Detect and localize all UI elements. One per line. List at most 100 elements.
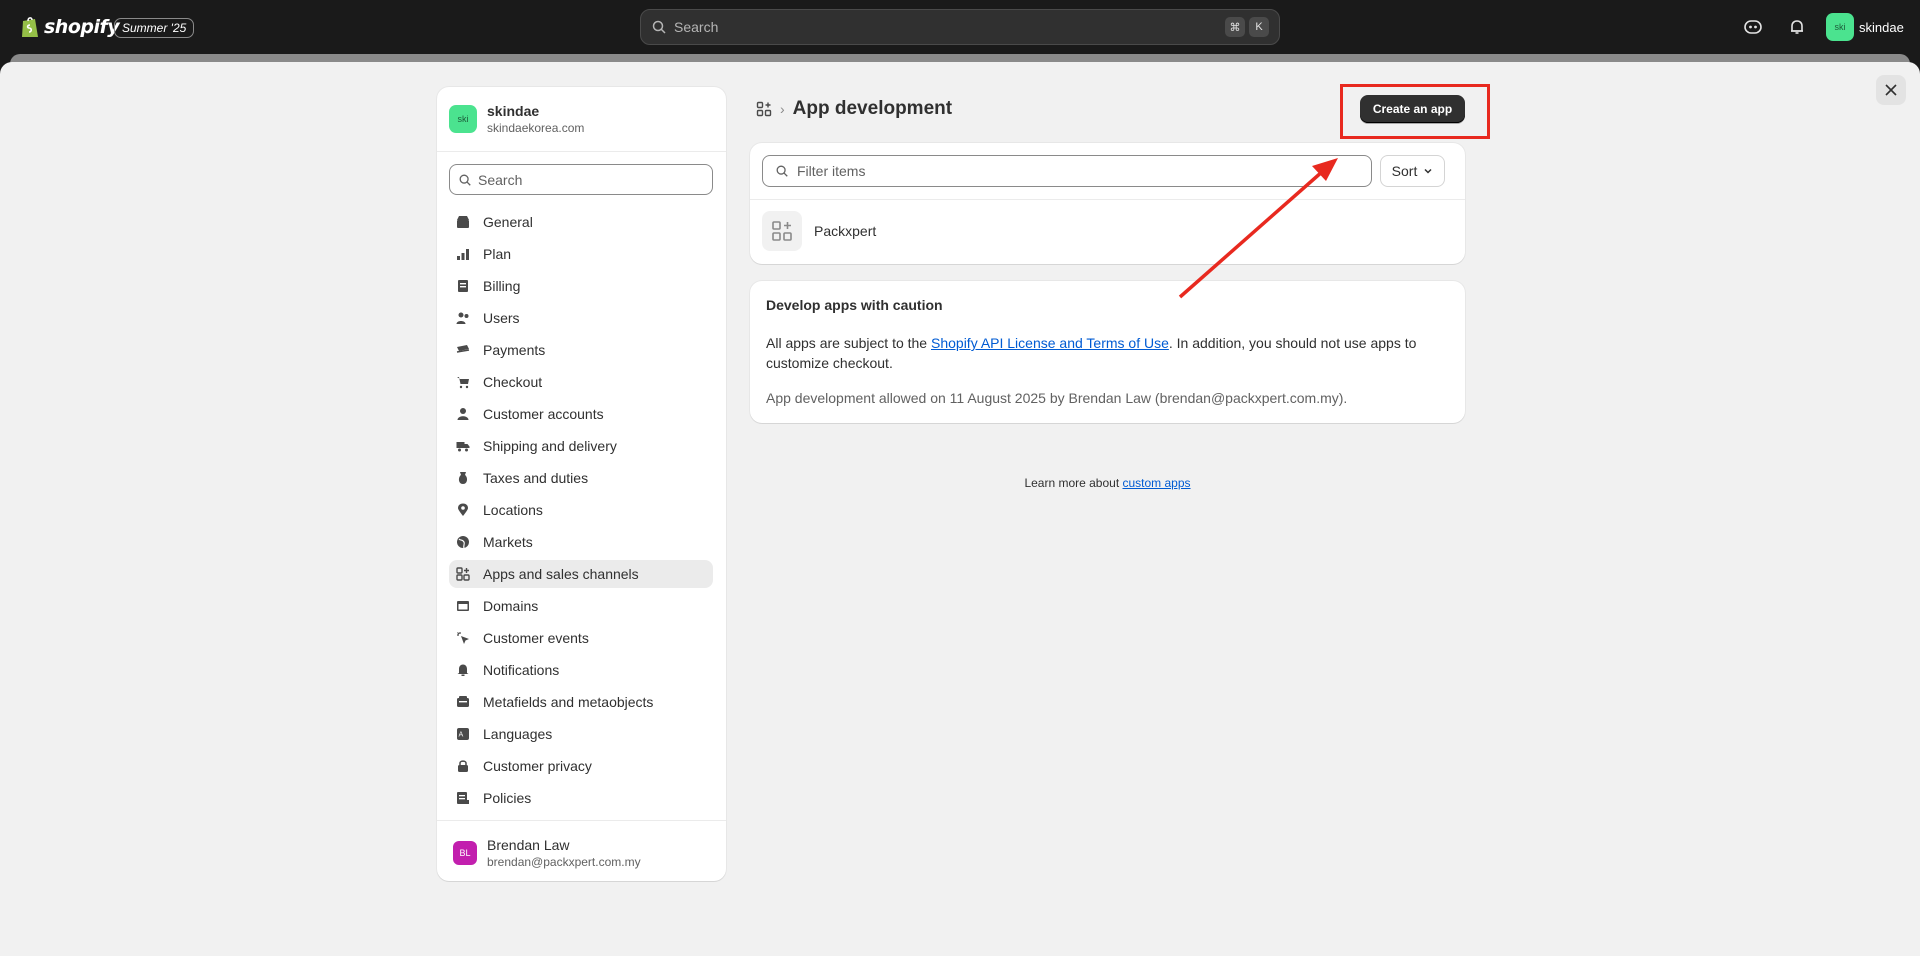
sidebar-item-customer-accounts[interactable]: Customer accounts xyxy=(449,400,713,428)
search-icon xyxy=(776,165,788,177)
metafields-icon xyxy=(455,694,471,710)
sidebar-item-general[interactable]: General xyxy=(449,208,713,236)
sidebar-item-checkout[interactable]: Checkout xyxy=(449,368,713,396)
learn-more-text: Learn more about xyxy=(1024,476,1123,490)
sidebar-item-domains[interactable]: Domains xyxy=(449,592,713,620)
store-name: skindae xyxy=(1859,19,1904,35)
global-search-input[interactable]: Search ⌘ K xyxy=(640,9,1280,45)
truck-icon xyxy=(455,438,471,454)
chevron-down-icon xyxy=(1424,168,1432,174)
language-icon: A xyxy=(455,726,471,742)
sidebar-user[interactable]: BL Brendan Law brendan@packxpert.com.my xyxy=(453,837,641,869)
sort-button[interactable]: Sort xyxy=(1380,155,1445,187)
store-name: skindae xyxy=(487,103,540,119)
shopify-bag-icon xyxy=(22,17,38,37)
sidekick-icon[interactable] xyxy=(1743,17,1763,37)
sidebar-item-plan[interactable]: Plan xyxy=(449,240,713,268)
learn-more: Learn more about custom apps xyxy=(750,476,1465,490)
sidebar-item-users[interactable]: Users xyxy=(449,304,713,332)
sidebar-item-billing[interactable]: Billing xyxy=(449,272,713,300)
apps-icon xyxy=(455,566,471,582)
api-license-link[interactable]: Shopify API License and Terms of Use xyxy=(931,335,1169,351)
search-placeholder: Search xyxy=(478,171,523,188)
sidebar-item-locations[interactable]: Locations xyxy=(449,496,713,524)
sidebar-item-notifications[interactable]: Notifications xyxy=(449,656,713,684)
sidebar-item-label: Customer accounts xyxy=(483,406,604,422)
edition-badge[interactable]: Summer '25 xyxy=(114,18,195,38)
shortcut-key-cmd: ⌘ xyxy=(1225,17,1245,37)
sidebar-item-label: Payments xyxy=(483,342,546,358)
caution-note: App development allowed on 11 August 202… xyxy=(766,390,1348,406)
sidebar-item-markets[interactable]: Markets xyxy=(449,528,713,556)
sidebar-item-label: Customer privacy xyxy=(483,758,592,774)
search-icon xyxy=(459,174,471,186)
sidebar-item-label: Locations xyxy=(483,502,543,518)
bell-icon xyxy=(455,662,471,678)
custom-apps-link[interactable]: custom apps xyxy=(1123,476,1191,490)
sidebar-item-metafields[interactable]: Metafields and metaobjects xyxy=(449,688,713,716)
chevron-right-icon: › xyxy=(780,101,785,117)
sort-label: Sort xyxy=(1391,163,1418,179)
filter-items-input[interactable]: Filter items xyxy=(762,155,1372,187)
divider xyxy=(437,820,726,821)
person-icon xyxy=(455,406,471,422)
sidebar-item-payments[interactable]: Payments xyxy=(449,336,713,364)
sidebar-item-label: Metafields and metaobjects xyxy=(483,694,654,710)
sidebar-item-label: Apps and sales channels xyxy=(483,566,639,582)
sidebar-item-apps[interactable]: Apps and sales channels xyxy=(449,560,713,588)
sidebar-item-label: Policies xyxy=(483,790,532,806)
app-placeholder-icon xyxy=(762,211,802,251)
lock-icon xyxy=(455,758,471,774)
close-icon xyxy=(1885,84,1897,96)
apps-list-card: Filter items Sort Packxpert xyxy=(750,143,1465,264)
sidebar-item-policies[interactable]: Policies xyxy=(449,784,713,812)
bell-icon[interactable] xyxy=(1787,17,1807,37)
sidebar-item-languages[interactable]: A Languages xyxy=(449,720,713,748)
plan-icon xyxy=(455,246,471,262)
sidebar-item-label: Plan xyxy=(483,246,512,262)
sidebar-item-label: Languages xyxy=(483,726,553,742)
domain-icon xyxy=(455,598,471,614)
sidebar-item-label: Notifications xyxy=(483,662,560,678)
brand-name: shopify xyxy=(44,16,120,38)
store-avatar: ski xyxy=(1826,13,1854,41)
sidebar-item-label: Billing xyxy=(483,278,521,294)
app-name: Packxpert xyxy=(814,223,877,239)
sidebar-item-label: Markets xyxy=(483,534,533,550)
caution-card: Develop apps with caution All apps are s… xyxy=(750,281,1465,423)
settings-nav: General Plan Billing Users Payments Chec… xyxy=(449,208,713,816)
list-item[interactable]: Packxpert xyxy=(762,211,876,251)
page-title: App development xyxy=(792,98,953,119)
user-avatar: BL xyxy=(453,841,477,865)
breadcrumb: › App development xyxy=(756,98,952,120)
search-icon xyxy=(652,20,666,34)
sidebar-item-label: Checkout xyxy=(483,374,543,390)
shortcut-key-k: K xyxy=(1249,17,1269,37)
close-settings-button[interactable] xyxy=(1876,75,1906,105)
sidebar-item-label: Customer events xyxy=(483,630,589,646)
user-email: brendan@packxpert.com.my xyxy=(487,855,641,869)
settings-search-input[interactable]: Search xyxy=(449,164,713,195)
store-avatar: ski xyxy=(449,105,477,133)
sidebar-item-label: General xyxy=(483,214,533,230)
sidebar-item-label: Taxes and duties xyxy=(483,470,589,486)
sidebar-item-customer-events[interactable]: Customer events xyxy=(449,624,713,652)
annotation-highlight-box xyxy=(1340,84,1490,139)
sidebar-item-taxes[interactable]: Taxes and duties xyxy=(449,464,713,492)
globe-icon xyxy=(455,534,471,550)
store-menu[interactable]: ski skindae xyxy=(1826,13,1904,41)
svg-text:A: A xyxy=(459,731,464,739)
tax-icon xyxy=(455,470,471,486)
store-domain: skindaekorea.com xyxy=(487,121,585,135)
divider xyxy=(750,199,1465,200)
apps-icon[interactable] xyxy=(756,101,772,117)
shopify-logo[interactable]: shopify xyxy=(20,15,120,39)
sidebar-item-shipping[interactable]: Shipping and delivery xyxy=(449,432,713,460)
payments-icon xyxy=(455,342,471,358)
cursor-icon xyxy=(455,630,471,646)
caution-body: All apps are subject to the Shopify API … xyxy=(766,333,1446,373)
sidebar-item-customer-privacy[interactable]: Customer privacy xyxy=(449,752,713,780)
search-placeholder: Search xyxy=(674,19,719,35)
sidebar-item-label: Shipping and delivery xyxy=(483,438,617,454)
billing-icon xyxy=(455,278,471,294)
